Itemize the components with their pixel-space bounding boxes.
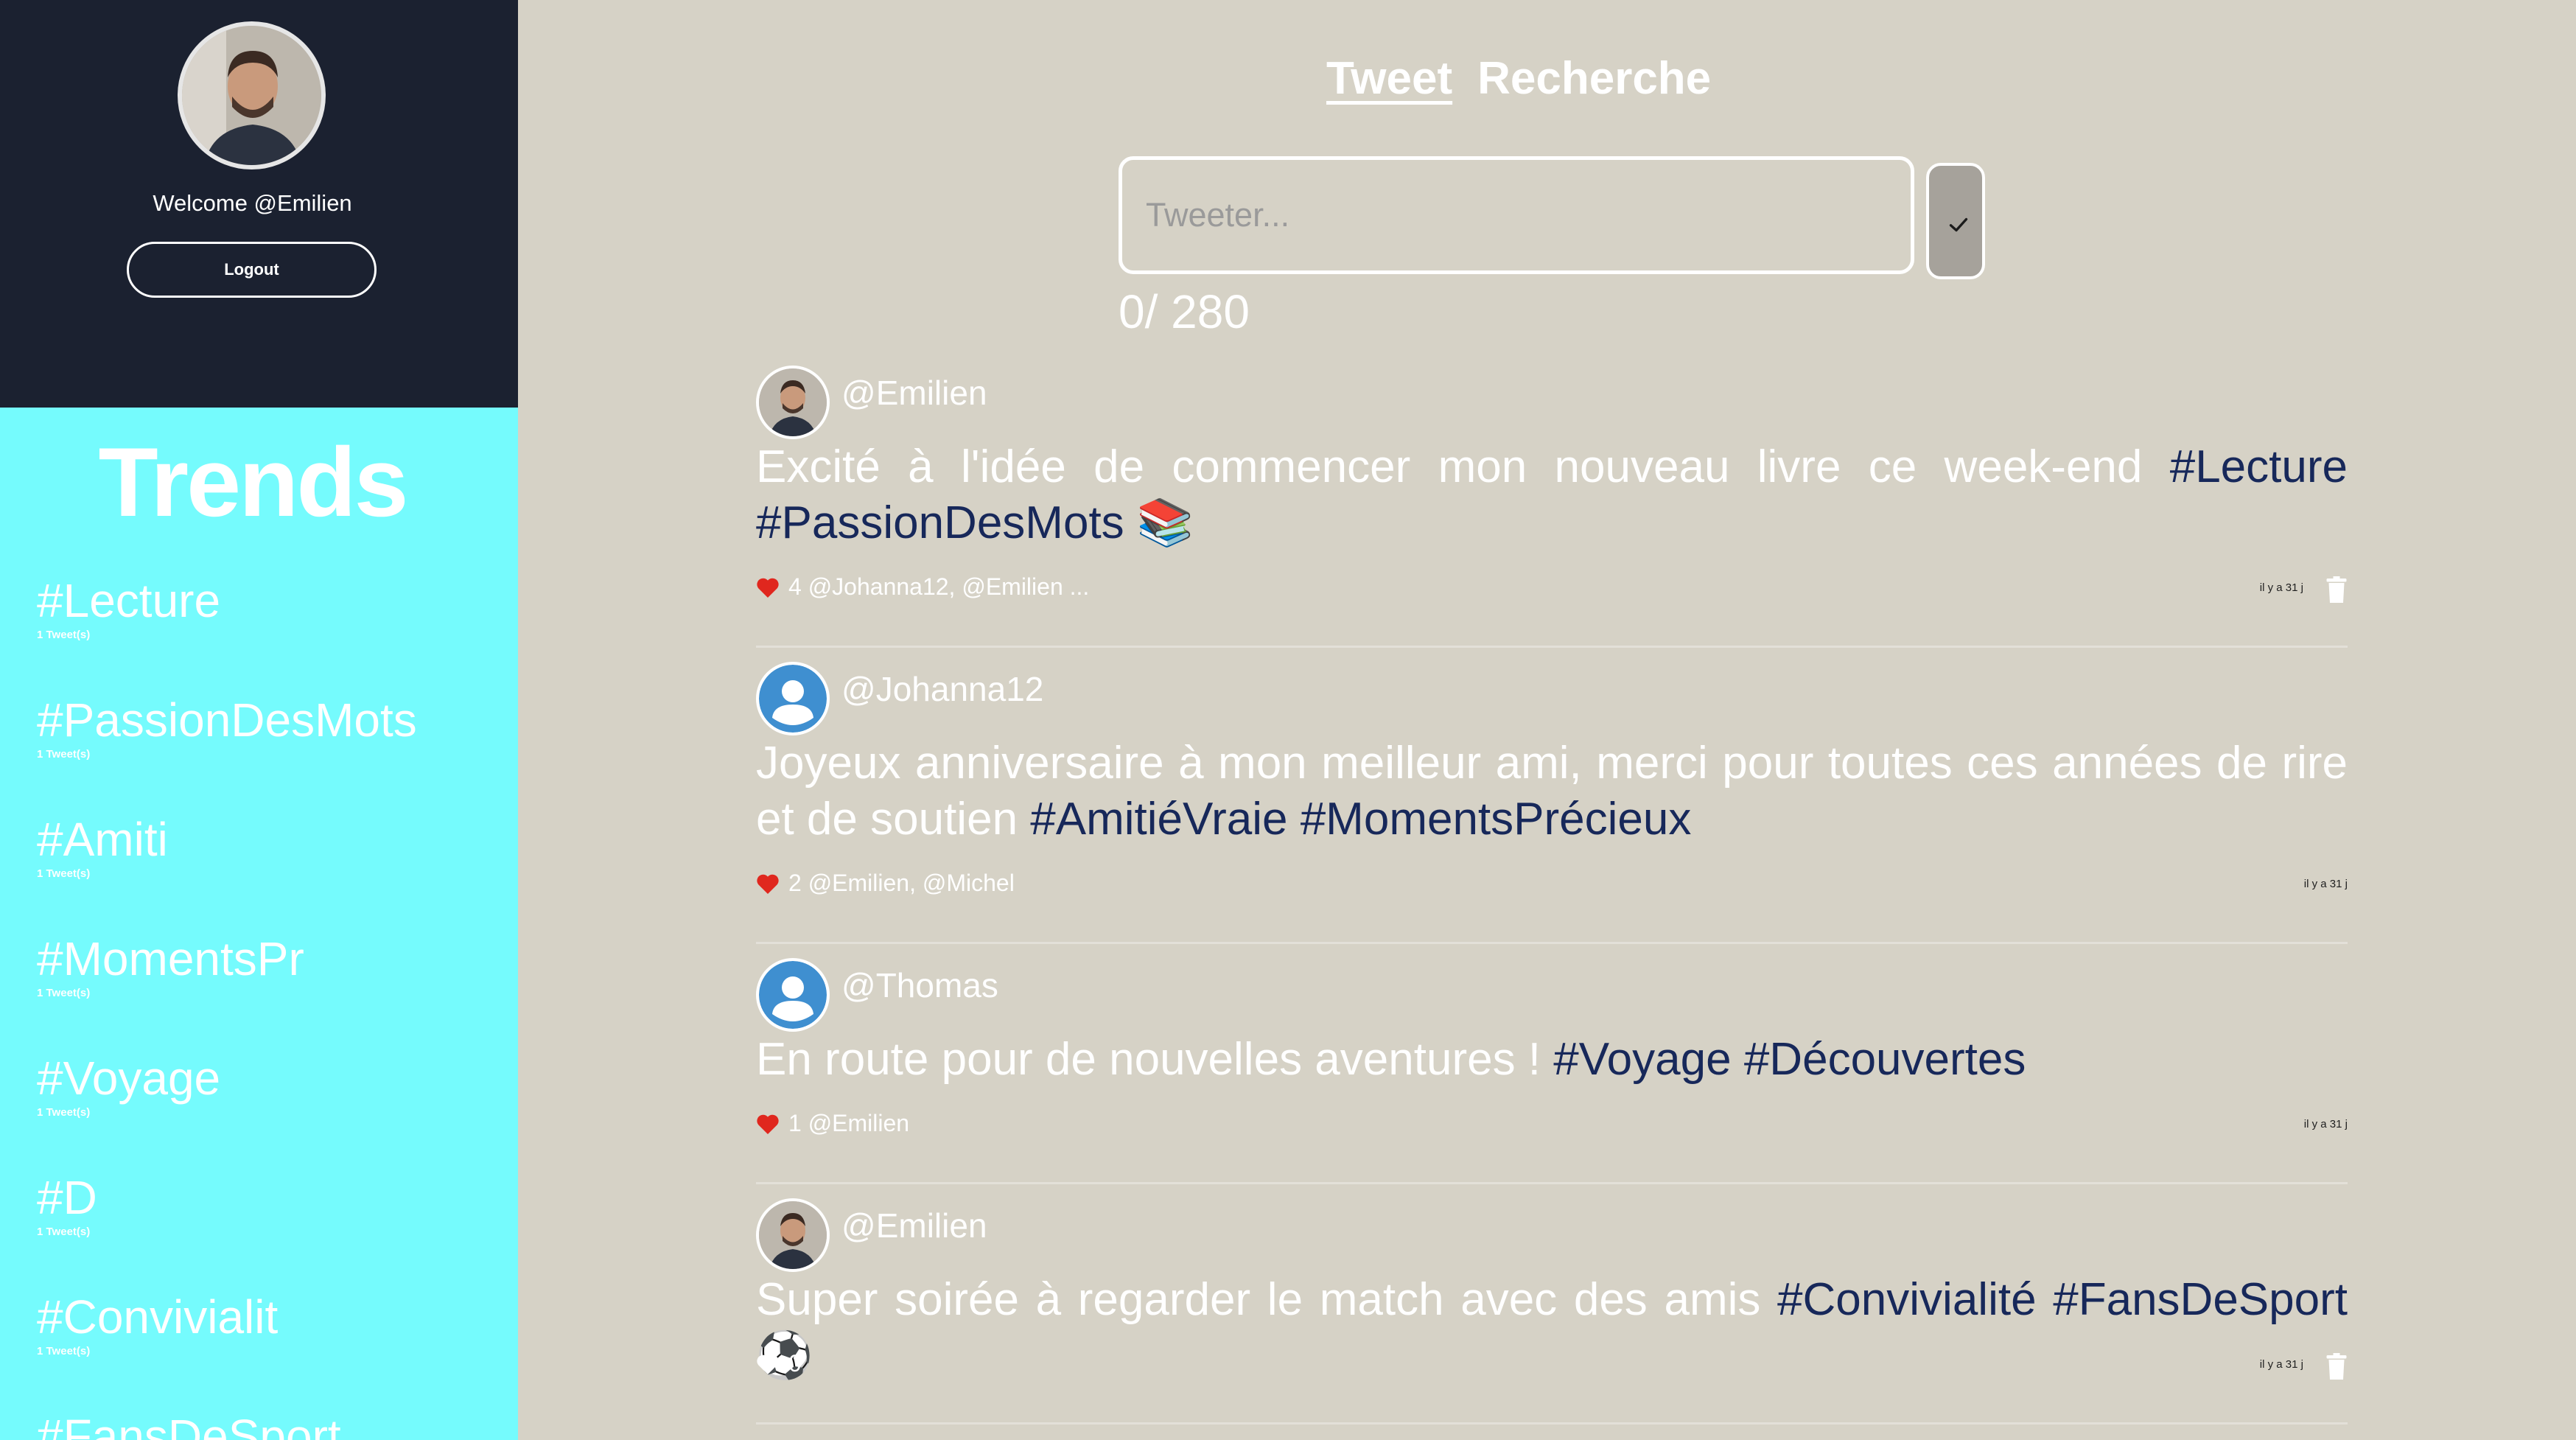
default-user-icon <box>759 665 827 733</box>
tab-tweet[interactable]: Tweet <box>1326 56 1452 102</box>
default-user-icon <box>759 961 827 1029</box>
like-button[interactable]: 2 @Emilien, @Michel <box>756 870 1015 897</box>
tweet-time: il y a 31 j <box>2303 878 2348 890</box>
tweet-text: Joyeux anniversaire à mon meilleur ami, … <box>756 735 2348 847</box>
like-count: 0 <box>788 1350 802 1377</box>
trend-tag: #FansDeSport <box>37 1410 341 1440</box>
tweet-username[interactable]: @Emilien <box>841 373 987 413</box>
trend-item[interactable]: #Amiti 1 Tweet(s) <box>37 816 508 880</box>
trend-count: 1 Tweet(s) <box>37 1226 91 1238</box>
avatar <box>756 662 830 735</box>
heart-icon <box>757 874 779 894</box>
tweet-input[interactable] <box>1119 156 1914 274</box>
divider <box>756 942 2348 944</box>
trends-title: Trends <box>98 428 408 537</box>
trend-item[interactable]: #FansDeSport <box>37 1413 508 1440</box>
heart-icon <box>757 1114 779 1134</box>
trend-count: 1 Tweet(s) <box>37 867 91 880</box>
heart-icon <box>757 578 779 598</box>
tweet-text: Excité à l'idée de commencer mon nouveau… <box>756 439 2348 551</box>
trend-tag: #Amiti <box>37 813 168 866</box>
trend-item[interactable]: #PassionDesMots 1 Tweet(s) <box>37 696 508 761</box>
like-button[interactable]: 0 <box>756 1350 802 1377</box>
divider <box>756 1182 2348 1184</box>
tweet-time: il y a 31 j <box>2259 581 2303 594</box>
sidebar: Welcome @Emilien Logout Trends #Lecture … <box>0 0 518 1440</box>
trend-item[interactable]: #Voyage 1 Tweet(s) <box>37 1055 508 1119</box>
trends-panel: Trends #Lecture 1 Tweet(s) #PassionDesMo… <box>0 408 518 1440</box>
tab-recherche[interactable]: Recherche <box>1477 56 1711 102</box>
tweet-username[interactable]: @Johanna12 <box>841 669 1043 709</box>
trend-tag: #D <box>37 1171 97 1224</box>
hashtag-link[interactable]: #Découvertes <box>1744 1034 2026 1085</box>
tweet-body: En route pour de nouvelles aventures ! <box>756 1034 1554 1085</box>
trend-tag: #PassionDesMots <box>37 693 417 747</box>
trend-tag: #Convivialit <box>37 1290 279 1343</box>
trend-tag: #Lecture <box>37 574 221 627</box>
logout-button[interactable]: Logout <box>127 242 377 298</box>
trend-tag: #MomentsPr <box>37 932 304 985</box>
tweet-text: En route pour de nouvelles aventures ! #… <box>756 1032 2348 1088</box>
trend-item[interactable]: #D 1 Tweet(s) <box>37 1174 508 1238</box>
like-count: 4 @Johanna12, @Emilien ... <box>788 573 1090 600</box>
char-counter: 0/ 280 <box>1119 285 1250 338</box>
trend-count: 1 Tweet(s) <box>37 1345 91 1357</box>
hashtag-link[interactable]: #FansDeSport <box>2053 1274 2348 1325</box>
trend-tag: #Voyage <box>37 1052 221 1105</box>
hashtag-link[interactable]: #Voyage <box>1553 1034 1731 1085</box>
heart-outline-icon <box>757 1355 779 1374</box>
tweet-time: il y a 31 j <box>2259 1358 2303 1371</box>
hashtag-link[interactable]: #Convivialité <box>1777 1274 2037 1325</box>
trend-item[interactable]: #Lecture 1 Tweet(s) <box>37 577 508 641</box>
like-count: 2 @Emilien, @Michel <box>788 870 1015 896</box>
tweet-username[interactable]: @Emilien <box>841 1206 987 1245</box>
submit-tweet-button[interactable] <box>1926 163 1985 279</box>
trend-count: 1 Tweet(s) <box>37 987 91 999</box>
tweet-time: il y a 31 j <box>2303 1118 2348 1130</box>
trend-item[interactable]: #MomentsPr 1 Tweet(s) <box>37 935 508 999</box>
trend-count: 1 Tweet(s) <box>37 629 91 641</box>
profile-panel: Welcome @Emilien Logout <box>0 0 518 408</box>
hashtag-link[interactable]: #MomentsPrécieux <box>1301 794 1692 845</box>
trend-count: 1 Tweet(s) <box>37 1106 91 1119</box>
trend-count: 1 Tweet(s) <box>37 748 91 761</box>
check-icon <box>1949 217 1968 232</box>
divider <box>756 646 2348 648</box>
avatar <box>756 366 830 439</box>
trend-item[interactable]: #Convivialit 1 Tweet(s) <box>37 1293 508 1357</box>
hashtag-link[interactable]: #AmitiéVraie <box>1030 794 1287 845</box>
welcome-text: Welcome @Emilien <box>153 190 352 216</box>
avatar <box>756 958 830 1032</box>
avatar <box>756 1198 830 1272</box>
tweet-body: Excité à l'idée de commencer mon nouveau… <box>756 441 2170 492</box>
tweet-text: Super soirée à regarder le match avec de… <box>756 1272 2348 1384</box>
tweet-username[interactable]: @Thomas <box>841 965 998 1005</box>
like-button[interactable]: 1 @Emilien <box>756 1110 909 1137</box>
divider <box>756 1422 2348 1425</box>
like-button[interactable]: 4 @Johanna12, @Emilien ... <box>756 573 1089 601</box>
hashtag-link[interactable]: #PassionDesMots <box>756 497 1124 548</box>
like-count: 1 @Emilien <box>788 1110 910 1136</box>
trash-icon[interactable] <box>2325 1353 2348 1380</box>
tweet-body: Super soirée à regarder le match avec de… <box>756 1274 1778 1325</box>
user-avatar <box>178 21 326 169</box>
hashtag-link[interactable]: #Lecture <box>2170 441 2348 492</box>
trash-icon[interactable] <box>2325 576 2348 603</box>
main-tabs: Tweet Recherche <box>1326 56 1711 102</box>
tweet-emoji: 📚 <box>1124 497 1194 548</box>
